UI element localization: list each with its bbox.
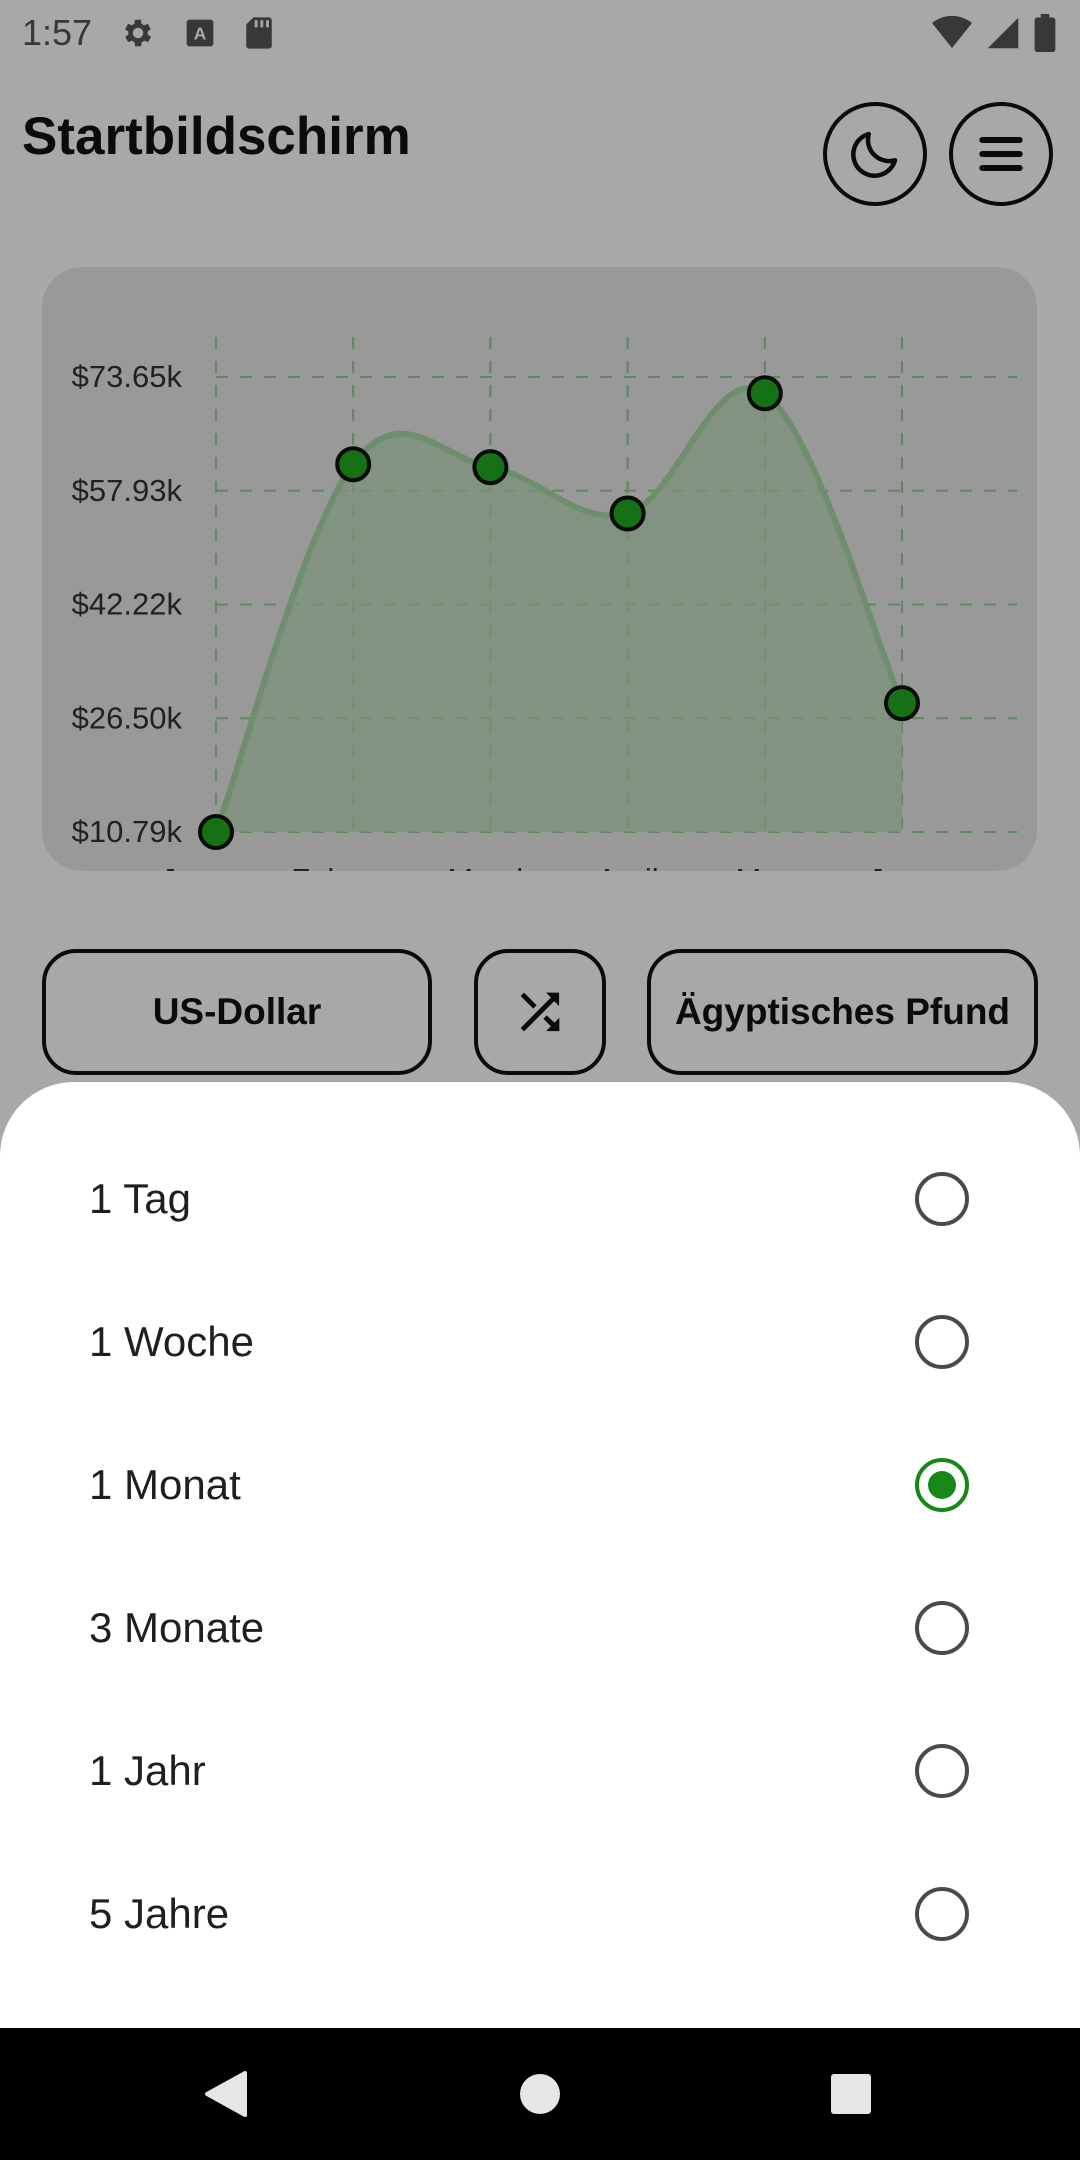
period-option-1-month[interactable]: 1 Monat	[0, 1413, 1080, 1556]
recents-square-icon	[831, 2074, 871, 2114]
navigation-bar	[0, 2028, 1080, 2160]
option-label: 3 Monate	[89, 1603, 265, 1651]
option-label: 1 Monat	[89, 1460, 241, 1508]
radio-button[interactable]	[915, 1886, 969, 1941]
radio-button-selected[interactable]	[915, 1457, 969, 1512]
nav-recents-button[interactable]	[791, 2028, 911, 2160]
period-option-5-years[interactable]: 5 Jahre	[0, 1842, 1080, 1985]
option-label: 5 Jahre	[89, 1889, 230, 1937]
back-triangle-icon	[205, 2071, 247, 2117]
period-option-3-months[interactable]: 3 Monate	[0, 1556, 1080, 1699]
period-bottom-sheet: 1 Tag 1 Woche 1 Monat 3 Monate 1 Jahr 5 …	[0, 1082, 1080, 2094]
period-option-1-week[interactable]: 1 Woche	[0, 1270, 1080, 1413]
nav-home-button[interactable]	[480, 2028, 600, 2160]
option-label: 1 Jahr	[89, 1746, 206, 1794]
period-option-1-day[interactable]: 1 Tag	[0, 1127, 1080, 1270]
nav-back-button[interactable]	[166, 2028, 286, 2160]
radio-button[interactable]	[915, 1314, 969, 1369]
radio-button[interactable]	[915, 1171, 969, 1226]
period-option-1-year[interactable]: 1 Jahr	[0, 1699, 1080, 1842]
radio-button[interactable]	[915, 1743, 969, 1798]
home-circle-icon	[520, 2074, 560, 2114]
radio-button[interactable]	[915, 1600, 969, 1655]
option-label: 1 Tag	[89, 1174, 191, 1222]
radio-dot	[928, 1470, 956, 1499]
option-label: 1 Woche	[89, 1317, 254, 1365]
